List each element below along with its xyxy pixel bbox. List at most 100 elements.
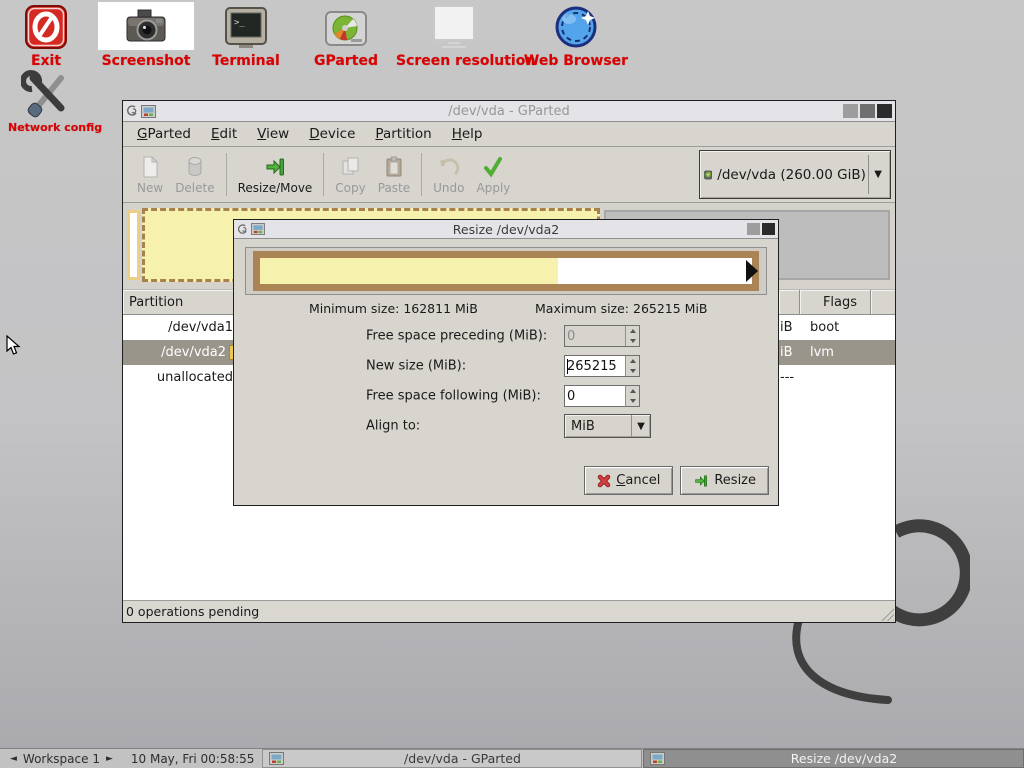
status-bar: 0 operations pending: [123, 600, 895, 622]
new-size-spinner[interactable]: [564, 355, 640, 377]
menu-device[interactable]: Device: [299, 123, 365, 145]
monitor-icon: [396, 2, 510, 50]
resize-dialog: Resize /dev/vda2 Minimum size: 162811 Mi…: [233, 219, 779, 506]
globe-icon: [520, 2, 632, 50]
resize-button[interactable]: Resize: [680, 466, 769, 495]
desktop-icon-label: Network config: [8, 121, 86, 134]
gparted-window-icon: [269, 752, 284, 765]
terminal-icon: >_: [200, 2, 292, 50]
resize-grip[interactable]: [877, 604, 894, 621]
mouse-cursor: [6, 335, 21, 356]
gparted-window-icon: [141, 105, 156, 118]
resize-bar-used: [260, 258, 558, 284]
desktop-icon-screen-resolution[interactable]: Screen resolution: [396, 2, 510, 69]
main-titlebar[interactable]: /dev/vda - GParted: [123, 101, 895, 122]
gparted-window-icon: [251, 223, 265, 235]
debian-swirl-icon: [237, 223, 248, 236]
dialog-buttons: Cancel Resize: [234, 466, 778, 505]
toolbar-separator: [226, 153, 227, 196]
resize-icon: [693, 473, 709, 489]
menu-view[interactable]: View: [247, 123, 299, 145]
chevron-down-icon: ▼: [870, 169, 886, 180]
minimize-button[interactable]: [843, 104, 858, 118]
device-selector[interactable]: /dev/vda (260.00 GiB) ▼: [699, 150, 891, 199]
spin-arrows[interactable]: [625, 386, 639, 406]
menu-partition[interactable]: Partition: [365, 123, 441, 145]
free-space-following-input[interactable]: [565, 386, 625, 406]
desktop-icon-label: Screen resolution: [396, 53, 510, 69]
menubar: GParted Edit View Device Partition Help: [123, 122, 895, 147]
column-header-size-sliver: [779, 290, 800, 315]
pending-operations: 0 operations pending: [126, 604, 259, 619]
taskbar-item-resize-dialog[interactable]: Resize /dev/vda2: [643, 749, 1024, 768]
maximize-button[interactable]: [860, 104, 875, 118]
apply-button[interactable]: Apply: [471, 147, 517, 202]
new-size-label: New size (MiB):: [366, 359, 466, 374]
free-space-preceding-spinner: [564, 325, 640, 347]
spin-arrows: [625, 326, 639, 346]
exit-icon: [14, 2, 78, 50]
tools-icon: [8, 70, 86, 118]
undo-icon: [437, 155, 461, 179]
window-title: /dev/vda - GParted: [123, 104, 895, 119]
device-disk-icon: [704, 164, 712, 186]
chevron-down-icon: ▼: [632, 421, 650, 432]
minmax-row: Minimum size: 162811 MiB Maximum size: 2…: [234, 301, 778, 321]
workspace-label[interactable]: Workspace 1: [21, 752, 102, 766]
desktop-icon-web-browser[interactable]: Web Browser: [520, 2, 632, 69]
align-to-value: MiB: [565, 419, 631, 434]
align-to-combobox[interactable]: MiB ▼: [564, 414, 651, 438]
text-caret: [567, 359, 568, 374]
resize-move-icon: [263, 155, 287, 179]
new-size-row: New size (MiB):: [234, 351, 778, 381]
resize-move-button[interactable]: Resize/Move: [232, 147, 319, 202]
close-button[interactable]: [762, 223, 775, 235]
delete-button[interactable]: Delete: [169, 147, 220, 202]
desktop-icon-label: Terminal: [200, 53, 292, 69]
disk-visual-vda1[interactable]: [127, 210, 140, 280]
dialog-titlebar[interactable]: Resize /dev/vda2: [234, 220, 778, 239]
camera-icon: [98, 2, 194, 50]
taskbar: ◄ Workspace 1 ► 10 May, Fri 00:58:55 ◄ ►…: [0, 748, 1024, 768]
cancel-x-icon: [597, 474, 611, 488]
menu-gparted[interactable]: GParted: [127, 123, 201, 145]
disk-icon: [302, 2, 390, 50]
minimize-button[interactable]: [747, 223, 760, 235]
new-size-input[interactable]: [565, 356, 625, 376]
paste-button[interactable]: Paste: [372, 147, 416, 202]
new-button[interactable]: New: [131, 147, 169, 202]
column-header-partition[interactable]: Partition: [123, 290, 238, 315]
resize-right-handle[interactable]: [746, 260, 758, 282]
desktop-icon-screenshot[interactable]: Screenshot: [98, 2, 194, 69]
close-button[interactable]: [877, 104, 892, 118]
free-space-following-spinner[interactable]: [564, 385, 640, 407]
workspace-next-icon[interactable]: ►: [102, 754, 117, 764]
device-selector-value: /dev/vda (260.00 GiB): [712, 167, 866, 183]
taskbar-item-gparted[interactable]: /dev/vda - GParted: [262, 749, 642, 768]
paste-icon: [382, 155, 406, 179]
svg-text:>_: >_: [234, 18, 245, 28]
copy-button[interactable]: Copy: [329, 147, 371, 202]
desktop-icon-network-config[interactable]: Network config: [8, 70, 86, 134]
align-to-row: Align to: MiB ▼: [234, 411, 778, 441]
cancel-button[interactable]: Cancel: [584, 466, 673, 495]
desktop-icon-gparted[interactable]: GParted: [302, 2, 390, 69]
desktop-icon-exit[interactable]: Exit: [14, 2, 78, 69]
maximum-size-label: Maximum size: 265215 MiB: [535, 301, 708, 316]
desktop-icon-label: Web Browser: [520, 53, 632, 69]
free-space-following-label: Free space following (MiB):: [366, 389, 541, 404]
spin-arrows[interactable]: [625, 356, 639, 376]
minimum-size-label: Minimum size: 162811 MiB: [309, 301, 478, 316]
workspace-prev-icon[interactable]: ◄: [6, 754, 21, 764]
desktop-icon-label: Screenshot: [98, 53, 194, 69]
resize-bar-partition[interactable]: [253, 251, 759, 291]
menu-edit[interactable]: Edit: [201, 123, 247, 145]
free-space-preceding-input: [565, 326, 625, 346]
column-header-flags[interactable]: Flags: [800, 290, 871, 315]
desktop-icon-terminal[interactable]: >_ Terminal: [200, 2, 292, 69]
free-space-following-row: Free space following (MiB):: [234, 381, 778, 411]
undo-button[interactable]: Undo: [427, 147, 470, 202]
menu-help[interactable]: Help: [442, 123, 493, 145]
gparted-window-icon: [650, 752, 665, 765]
toolbar-separator: [323, 153, 324, 196]
